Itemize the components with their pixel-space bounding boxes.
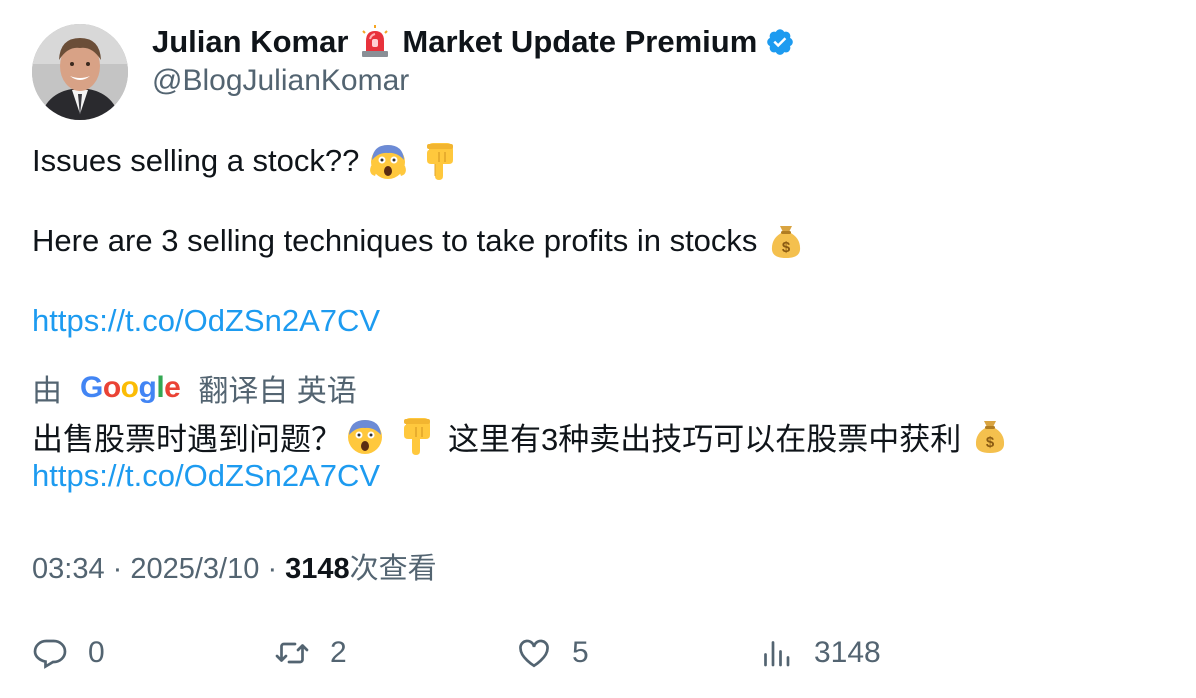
tweet-line-2: Here are 3 selling techniques to take pr… [32,220,805,262]
pointing-down-icon [421,142,457,180]
retweet-count: 2 [330,636,347,669]
svg-text:$: $ [782,239,791,256]
money-bag-icon: $ [767,222,805,260]
translation-text-row: 出售股票时遇到问题？ 这里有3种卖出技巧可以在股票中获利 $ [32,415,1009,457]
views-count: 3148 [285,553,350,585]
tweet-line-2-text: Here are 3 selling techniques to take pr… [32,223,758,258]
tweet-line-1: Issues selling a stock?? [32,140,457,182]
meta-separator: · [112,553,131,585]
money-bag-icon-2: $ [971,417,1009,455]
translation-by-label: 由 [32,375,62,408]
translation-attribution: 由 Google 翻译自 英语 [32,368,357,408]
translation-link[interactable]: https://t.co/OdZSn2A7CV [32,458,380,494]
action-bar: 0 2 5 3148 [32,628,1172,678]
author-name[interactable]: Julian Komar [152,24,348,60]
svg-text:$: $ [986,434,995,451]
tweet-link[interactable]: https://t.co/OdZSn2A7CV [32,303,380,339]
tweet-meta: 03:34 · 2025/3/10 · 3148次查看 [32,545,437,587]
reply-icon [33,639,67,669]
views-label: 次查看 [349,553,437,585]
meta-separator-2: · [267,553,286,585]
translation-text-part2: 这里有3种卖出技巧可以在股票中获利 [448,421,962,457]
translation-from-label: 翻译自 英语 [198,375,357,408]
retweet-icon [275,642,309,664]
heart-icon [519,639,549,668]
analytics-icon [764,641,790,667]
reply-button[interactable]: 0 [32,628,105,678]
translation-link-row[interactable]: https://t.co/OdZSn2A7CV [32,455,380,497]
author-name-row[interactable]: Julian Komar Market Update Premium [152,22,795,62]
google-logo[interactable]: Google [80,371,181,405]
reply-count: 0 [88,636,105,669]
retweet-button[interactable]: 2 [274,628,347,678]
pointing-down-icon-2 [398,417,434,455]
like-count: 5 [572,636,589,669]
screaming-face-icon-2 [346,417,384,455]
author-handle[interactable]: @BlogJulianKomar [152,64,409,98]
tweet-date[interactable]: 2025/3/10 [130,553,259,585]
avatar-photo [32,24,128,120]
author-name-suffix[interactable]: Market Update Premium [402,24,757,60]
verified-badge-icon [765,27,795,57]
views-count-action: 3148 [814,636,881,669]
siren-icon [358,25,392,59]
tweet-time[interactable]: 03:34 [32,553,105,585]
translation-text-part1: 出售股票时遇到问题？ [32,421,342,457]
tweet-line-1-text: Issues selling a stock?? [32,143,360,178]
tweet-link-row[interactable]: https://t.co/OdZSn2A7CV [32,300,380,342]
views-button[interactable]: 3148 [758,628,881,678]
screaming-face-icon [369,142,407,180]
avatar[interactable] [32,24,128,120]
like-button[interactable]: 5 [516,628,589,678]
